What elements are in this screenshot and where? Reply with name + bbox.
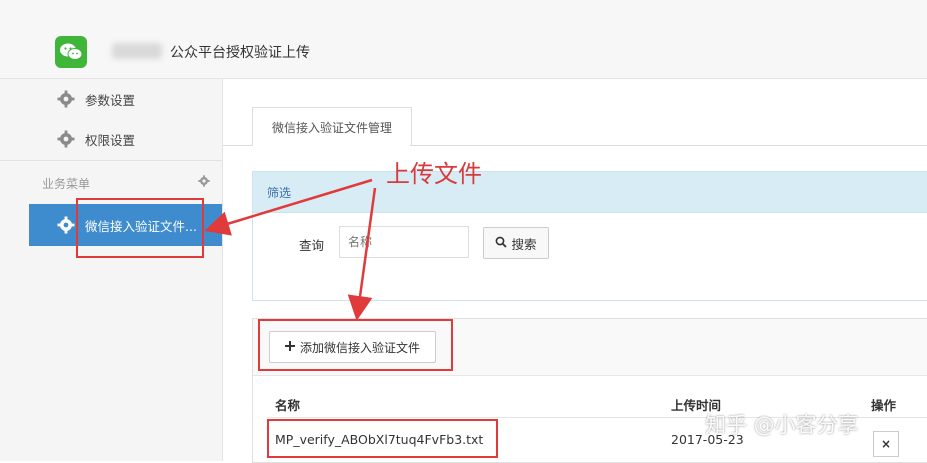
annotation-label: 上传文件 [386, 160, 482, 188]
annotation-arrows [204, 178, 377, 321]
watermark: 知乎 @小客分享 [705, 413, 859, 437]
